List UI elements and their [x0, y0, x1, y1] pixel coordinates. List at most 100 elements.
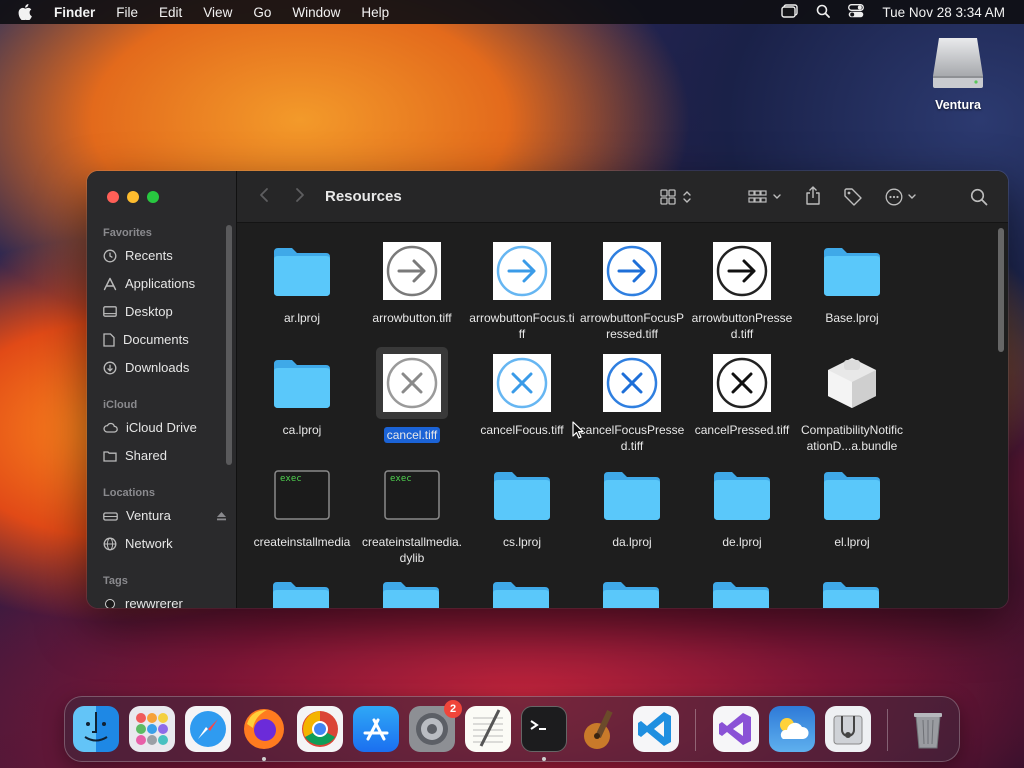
file-name: createinstallmedia	[253, 535, 351, 549]
dock-chrome-icon[interactable]	[297, 706, 343, 752]
menu-bar-clock[interactable]: Tue Nov 28 3:34 AM	[882, 5, 1005, 20]
dock-app-store-icon[interactable]	[353, 706, 399, 752]
file-item[interactable]: de.lproj	[687, 464, 797, 550]
file-item[interactable]: cs.lproj	[467, 464, 577, 550]
menu-edit[interactable]: Edit	[159, 5, 182, 20]
sidebar-item-applications[interactable]: Applications	[103, 276, 227, 291]
folder-icon[interactable]	[821, 578, 881, 608]
dock-firefox-icon[interactable]	[241, 706, 287, 752]
folder-icon[interactable]	[711, 578, 771, 608]
file-name: cancelFocus.tiff	[480, 423, 564, 437]
file-name-selected: cancel.tiff	[357, 427, 467, 443]
dock-separator	[695, 709, 696, 751]
stage-manager-icon[interactable]	[781, 3, 799, 21]
more-actions-button[interactable]	[885, 188, 919, 211]
chevron-left-icon	[260, 188, 268, 202]
file-item[interactable]: CompatibilityNotificationD...a.bundle	[797, 352, 907, 454]
file-name: ca.lproj	[282, 423, 322, 437]
content-scrollbar[interactable]	[998, 228, 1004, 352]
file-item[interactable]: createinstallmedia.dylib	[357, 464, 467, 566]
dock-vscode-icon[interactable]	[633, 706, 679, 752]
file-item[interactable]: arrowbutton.tiff	[357, 240, 467, 326]
dock-visual-studio-icon[interactable]	[713, 706, 759, 752]
eject-icon[interactable]	[216, 511, 227, 521]
sidebar-item-desktop[interactable]: Desktop	[103, 304, 227, 319]
group-by-button[interactable]	[748, 189, 784, 210]
back-button[interactable]	[259, 187, 269, 208]
folder-icon	[601, 464, 663, 526]
menu-view[interactable]: View	[203, 5, 232, 20]
sidebar-item-tag[interactable]: rewwrerer	[103, 596, 227, 608]
menu-help[interactable]: Help	[361, 5, 389, 20]
view-mode-button[interactable]	[660, 188, 696, 211]
file-item[interactable]: ca.lproj	[247, 352, 357, 438]
menu-file[interactable]: File	[116, 5, 138, 20]
file-item[interactable]: cancelFocus.tiff	[467, 352, 577, 438]
close-window-button[interactable]	[107, 191, 119, 203]
apple-menu-icon[interactable]	[18, 4, 36, 20]
file-name: arrowbuttonPressed.tiff	[691, 311, 793, 341]
dock-textedit-icon[interactable]	[465, 706, 511, 752]
minimize-window-button[interactable]	[127, 191, 139, 203]
chevron-right-icon	[296, 188, 304, 202]
sidebar-item-ventura[interactable]: Ventura	[103, 508, 227, 523]
share-button[interactable]	[805, 186, 821, 211]
sidebar-item-shared[interactable]: Shared	[103, 448, 227, 463]
file-item[interactable]: arrowbuttonPressed.tiff	[687, 240, 797, 342]
sidebar-item-icloud-drive[interactable]: iCloud Drive	[103, 420, 227, 435]
dock-safari-icon[interactable]	[185, 706, 231, 752]
dock-trash-icon[interactable]	[905, 706, 951, 752]
file-item-selected[interactable]: cancel.tiff	[357, 347, 467, 443]
file-name: da.lproj	[612, 535, 652, 549]
dock-weather-icon[interactable]	[769, 706, 815, 752]
sidebar-item-network[interactable]: Network	[103, 536, 227, 551]
dock-launchpad-icon[interactable]	[129, 706, 175, 752]
folder-icon[interactable]	[381, 578, 441, 608]
folder-icon[interactable]	[601, 578, 661, 608]
desktop-drive-ventura[interactable]: Ventura	[922, 34, 994, 112]
file-item[interactable]: arrowbuttonFocus.tiff	[467, 240, 577, 342]
icon-grid-view-icon	[660, 189, 691, 205]
forward-button[interactable]	[295, 187, 305, 208]
folder-icon	[821, 240, 883, 302]
tag-icon	[844, 188, 862, 206]
dock-instruments-icon[interactable]	[577, 706, 623, 752]
folder-icon	[491, 464, 553, 526]
sidebar-item-documents[interactable]: Documents	[103, 332, 227, 347]
dock-finder-icon[interactable]	[73, 706, 119, 752]
sidebar-header-favorites: Favorites	[103, 227, 152, 239]
file-item[interactable]: el.lproj	[797, 464, 907, 550]
file-item[interactable]: da.lproj	[577, 464, 687, 550]
menu-app-name[interactable]: Finder	[54, 5, 95, 20]
file-item[interactable]: Base.lproj	[797, 240, 907, 326]
file-name: createinstallmedia.dylib	[361, 535, 463, 565]
sidebar-item-downloads[interactable]: Downloads	[103, 360, 227, 375]
search-button[interactable]	[970, 188, 988, 211]
menu-go[interactable]: Go	[253, 5, 271, 20]
menu-window[interactable]: Window	[292, 5, 340, 20]
file-item[interactable]: createinstallmedia	[247, 464, 357, 550]
folder-icon[interactable]	[271, 578, 331, 608]
tag-dot-icon	[105, 598, 115, 608]
arrow-button-image-icon	[601, 240, 663, 302]
file-name: arrowbutton.tiff	[372, 311, 452, 325]
file-item[interactable]: ar.lproj	[247, 240, 357, 326]
dock-system-settings-icon[interactable]: 2	[409, 700, 462, 752]
folder-icon[interactable]	[491, 578, 551, 608]
spotlight-search-icon[interactable]	[816, 4, 831, 21]
zoom-window-button[interactable]	[147, 191, 159, 203]
sidebar-item-label: Downloads	[125, 360, 190, 375]
sidebar-item-recents[interactable]: Recents	[103, 248, 227, 263]
sidebar-scrollbar[interactable]	[226, 225, 232, 465]
file-item[interactable]: arrowbuttonFocusPressed.tiff	[577, 240, 687, 342]
file-name: cancelPressed.tiff	[694, 423, 790, 437]
file-item[interactable]: cancelFocusPressed.tiff	[577, 352, 687, 454]
control-center-icon[interactable]	[848, 3, 865, 21]
desktop-icon	[103, 305, 117, 317]
file-item[interactable]: cancelPressed.tiff	[687, 352, 797, 438]
folder-icon	[821, 464, 883, 526]
bundle-icon	[821, 352, 883, 414]
dock-terminal-icon[interactable]	[521, 706, 567, 752]
tag-button[interactable]	[843, 187, 863, 212]
dock-disk-utility-icon[interactable]	[825, 706, 871, 752]
